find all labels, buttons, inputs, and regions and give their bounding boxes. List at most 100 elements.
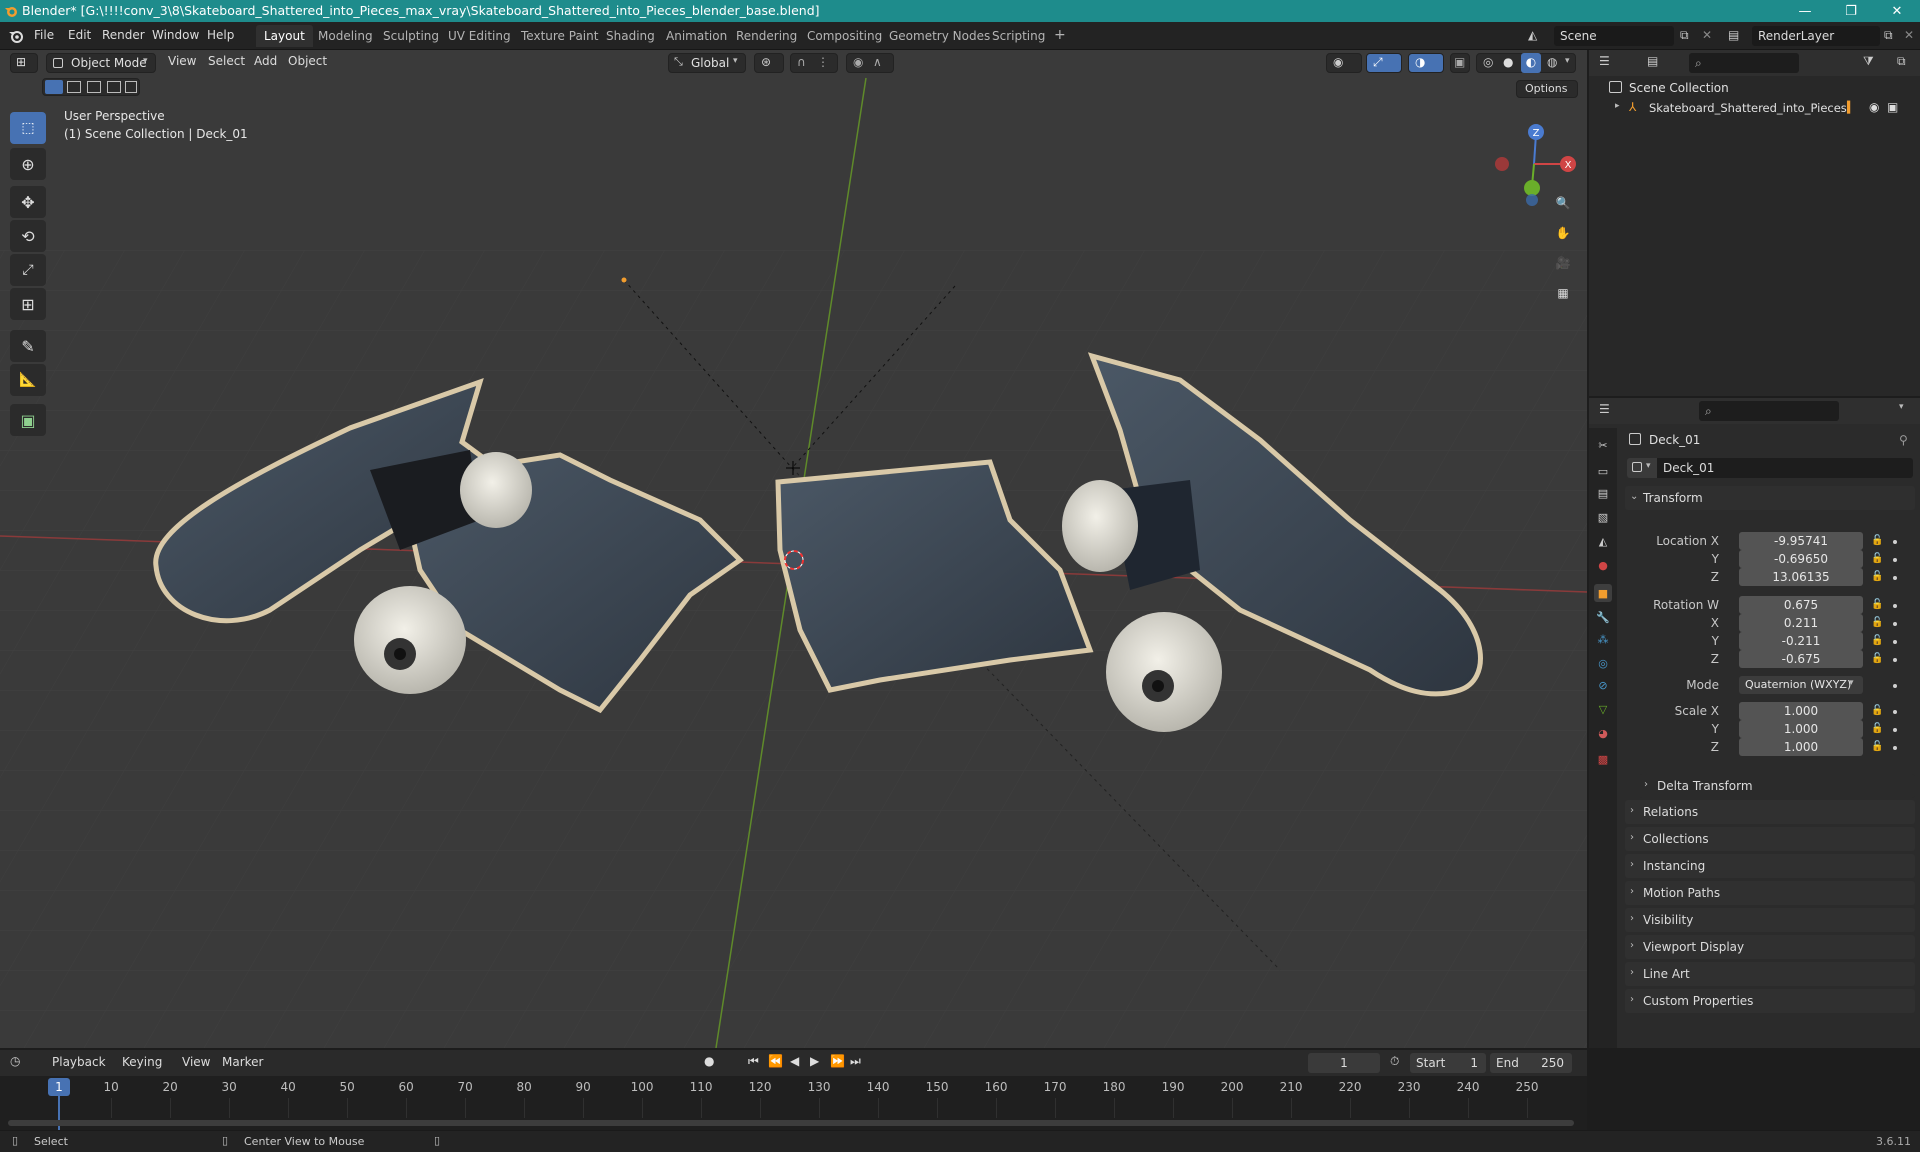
keyframe-dot-icon[interactable] — [1893, 640, 1897, 644]
chevron-down-icon[interactable]: ▾ — [1565, 56, 1570, 66]
start-frame-field[interactable]: Start 1 — [1410, 1053, 1486, 1073]
close-button[interactable]: ✕ — [1874, 0, 1920, 22]
instancing-panel-header[interactable]: › Instancing — [1625, 854, 1915, 878]
select-invert-icon[interactable] — [107, 81, 121, 93]
scale-x-field[interactable]: 1.000 — [1739, 702, 1863, 720]
visibility-button[interactable]: ◉ — [1326, 53, 1362, 73]
tab-rendering[interactable]: Rendering — [728, 25, 805, 47]
delete-view-layer-icon[interactable]: ✕ — [1904, 28, 1914, 42]
timeline-menu-keying[interactable]: Keying — [122, 1055, 162, 1069]
record-icon[interactable]: ● — [704, 1054, 714, 1068]
timeline-menu-playback[interactable]: Playback — [52, 1055, 106, 1069]
location-x-field[interactable]: -9.95741 — [1739, 532, 1863, 550]
tool-select-box[interactable]: ⬚ — [10, 112, 46, 144]
menu-file[interactable]: File — [34, 28, 54, 42]
keyframe-dot-icon[interactable] — [1893, 728, 1897, 732]
viewport-menu-object[interactable]: Object — [288, 54, 327, 68]
keyframe-dot-icon[interactable] — [1893, 540, 1897, 544]
jump-keyframe-back-icon[interactable]: ⏪ — [768, 1054, 783, 1068]
collections-panel-header[interactable]: › Collections — [1625, 827, 1915, 851]
modifier-icon[interactable]: ▍ — [1847, 101, 1855, 114]
tool-annotate[interactable]: ✎ — [10, 330, 46, 362]
tool-transform[interactable]: ⊞ — [10, 288, 46, 320]
pan-hand-icon[interactable]: ✋ — [1550, 220, 1576, 246]
outliner-search-input[interactable]: ⌕ — [1689, 53, 1799, 73]
pin-icon[interactable]: ⚲ — [1899, 433, 1908, 447]
current-frame-field[interactable]: 1 — [1308, 1053, 1380, 1073]
tool-scale[interactable]: ⤢ — [10, 254, 46, 286]
chevron-down-icon[interactable]: ▾ — [1899, 402, 1904, 412]
new-view-layer-icon[interactable]: ⧉ — [1884, 28, 1893, 43]
scale-z-field[interactable]: 1.000 — [1739, 738, 1863, 756]
menu-help[interactable]: Help — [207, 28, 234, 42]
rotation-x-field[interactable]: 0.211 — [1739, 614, 1863, 632]
solid-shading-icon[interactable]: ● — [1503, 55, 1513, 69]
scale-y-field[interactable]: 1.000 — [1739, 720, 1863, 738]
play-icon[interactable]: ▶ — [810, 1054, 819, 1068]
display-mode-icon[interactable]: ▤ — [1647, 54, 1658, 68]
tab-geometry-nodes[interactable]: Geometry Nodes — [881, 25, 998, 47]
expand-arrow-icon[interactable]: ▸ — [1615, 101, 1620, 111]
select-subtract-icon[interactable] — [87, 81, 101, 93]
tab-modeling[interactable]: Modeling — [310, 25, 381, 47]
shading-modes[interactable]: ◎ ● ◐ ◍ ▾ — [1476, 53, 1576, 73]
lock-icon[interactable]: 🔓 — [1871, 723, 1883, 735]
tab-layout[interactable]: Layout — [256, 25, 313, 47]
keyframe-dot-icon[interactable] — [1893, 576, 1897, 580]
keyframe-dot-icon[interactable] — [1893, 746, 1897, 750]
playhead-frame-indicator[interactable]: 1 — [48, 1078, 70, 1096]
lock-icon[interactable]: 🔓 — [1871, 653, 1883, 665]
overlays-toggle-button[interactable]: ◑ — [1408, 53, 1444, 73]
end-frame-field[interactable]: End 250 — [1490, 1053, 1572, 1073]
tool-measure[interactable]: 📐 — [10, 364, 46, 396]
timeline-menu-marker[interactable]: Marker — [222, 1055, 263, 1069]
blender-menu-icon[interactable] — [8, 28, 24, 44]
jump-end-icon[interactable]: ⏭ — [850, 1054, 861, 1069]
visibility-panel-header[interactable]: › Visibility — [1625, 908, 1915, 932]
keyframe-dot-icon[interactable] — [1893, 710, 1897, 714]
line-art-panel-header[interactable]: › Line Art — [1625, 962, 1915, 986]
viewport-scene[interactable] — [0, 50, 1587, 1048]
camera-icon[interactable]: 🎥 — [1550, 250, 1576, 276]
timeline-menu-view[interactable]: View — [182, 1055, 210, 1069]
properties-editor-type-icon[interactable]: ☰ — [1599, 402, 1610, 416]
keyframe-dot-icon[interactable] — [1893, 622, 1897, 626]
properties-search-input[interactable]: ⌕ — [1699, 401, 1839, 421]
3d-viewport[interactable]: ⊞ Object Mode ▾ View Select Add Object ⤡… — [0, 50, 1587, 1048]
output-tab-icon[interactable]: ▤ — [1594, 484, 1612, 502]
play-reverse-icon[interactable]: ◀ — [790, 1054, 799, 1068]
xray-toggle-button[interactable]: ▣ — [1450, 53, 1470, 73]
scene-icon[interactable]: ◭ — [1528, 28, 1544, 44]
options-button[interactable]: Options — [1516, 80, 1578, 98]
jump-start-icon[interactable]: ⏮ — [748, 1054, 759, 1069]
keyframe-dot-icon[interactable] — [1893, 684, 1897, 688]
timeline-ruler[interactable]: 10 20 30 40 50 60 70 80 90 100 110 120 130 140 150 160 1… — [0, 1076, 1587, 1130]
viewport-menu-view[interactable]: View — [168, 54, 196, 68]
outliner-row-scene-collection[interactable]: Scene Collection — [1609, 80, 1919, 98]
viewport-menu-add[interactable]: Add — [254, 54, 277, 68]
lock-icon[interactable]: 🔓 — [1871, 535, 1883, 547]
eye-icon[interactable]: ◉ — [1869, 100, 1879, 114]
tab-sculpting[interactable]: Sculpting — [375, 25, 447, 47]
menu-window[interactable]: Window — [152, 28, 199, 42]
select-extend-icon[interactable] — [67, 81, 81, 93]
lock-icon[interactable]: 🔓 — [1871, 705, 1883, 717]
timeline-editor-type-icon[interactable]: ◷ — [10, 1054, 20, 1068]
tool-tab-icon[interactable]: ✂ — [1594, 436, 1612, 454]
maximize-button[interactable]: ❐ — [1828, 0, 1874, 22]
lock-icon[interactable]: 🔓 — [1871, 635, 1883, 647]
rendered-shading-icon[interactable]: ◍ — [1547, 55, 1557, 69]
camera-render-icon[interactable]: ▣ — [1887, 100, 1898, 114]
tool-move[interactable]: ✥ — [10, 186, 46, 218]
lock-icon[interactable]: 🔓 — [1871, 617, 1883, 629]
add-workspace-button[interactable]: + — [1046, 25, 1074, 47]
tab-compositing[interactable]: Compositing — [799, 25, 890, 47]
zoom-icon[interactable]: 🔍 — [1550, 190, 1576, 216]
keyframe-dot-icon[interactable] — [1893, 558, 1897, 562]
rotation-y-field[interactable]: -0.211 — [1739, 632, 1863, 650]
tool-rotate[interactable]: ⟲ — [10, 220, 46, 252]
menu-edit[interactable]: Edit — [68, 28, 91, 42]
rotation-w-field[interactable]: 0.675 — [1739, 596, 1863, 614]
gizmo-toggle-button[interactable]: ⤢ — [1366, 53, 1402, 73]
tool-cursor[interactable]: ⊕ — [10, 148, 46, 180]
